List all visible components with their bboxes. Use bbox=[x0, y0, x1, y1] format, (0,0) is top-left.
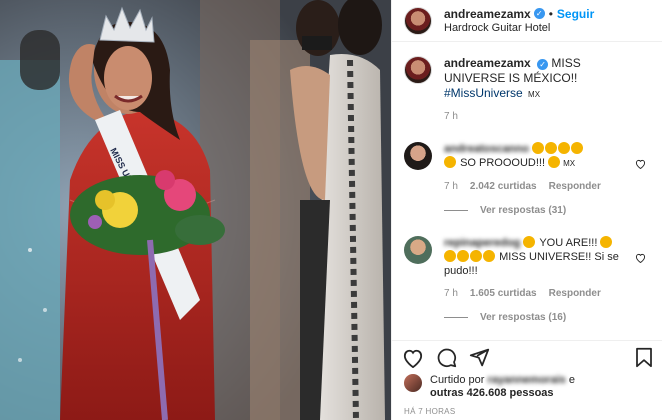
comment-time: 7 h bbox=[444, 288, 458, 299]
likes-summary: Curtido por rayannemorais e outras 426.6… bbox=[392, 374, 662, 404]
comment-bubble-icon[interactable] bbox=[436, 347, 457, 368]
replies-line bbox=[444, 210, 468, 211]
verified-icon: ✓ bbox=[537, 59, 549, 70]
comment-meta: 7 h 2.042 curtidas Responder bbox=[444, 180, 624, 194]
emoji-icon bbox=[558, 142, 571, 154]
posted-ago: HÁ 7 HORAS bbox=[404, 407, 456, 416]
emoji-icon bbox=[532, 142, 545, 154]
comment-like-heart-icon[interactable] bbox=[635, 250, 646, 268]
emoji-icon bbox=[444, 156, 456, 168]
view-replies-button[interactable]: Ver respostas (31) bbox=[444, 205, 662, 216]
liked-by-suffix: e bbox=[568, 374, 575, 386]
liked-by-prefix: Curtido por bbox=[430, 374, 485, 386]
bookmark-icon[interactable] bbox=[635, 347, 653, 368]
commenter-username[interactable]: andreatoscanno bbox=[444, 143, 529, 155]
comment-likes[interactable]: 2.042 curtidas bbox=[470, 180, 537, 194]
header-user-line: andreamezamx ✓ • Seguir bbox=[444, 7, 594, 21]
view-replies-label: Ver respostas (16) bbox=[480, 312, 567, 323]
flag-label: MX bbox=[563, 159, 576, 168]
liked-by-user[interactable]: rayannemorais bbox=[487, 374, 565, 386]
replies-line bbox=[444, 317, 468, 318]
reply-button[interactable]: Responder bbox=[549, 287, 601, 301]
likes-count[interactable]: outras 426.608 pessoas bbox=[430, 387, 554, 399]
emoji-icon bbox=[571, 142, 584, 154]
view-replies-button[interactable]: Ver respostas (16) bbox=[444, 312, 662, 323]
emoji-icon bbox=[444, 250, 456, 262]
follow-button[interactable]: Seguir bbox=[557, 7, 594, 21]
emoji-icon bbox=[548, 156, 561, 168]
emoji-icon bbox=[545, 142, 558, 154]
comment-text: YOU ARE!!! bbox=[539, 237, 598, 249]
comment-item: repinaperedog YOU ARE!!! MISS UNIVERSE!!… bbox=[392, 226, 662, 301]
comment-body: repinaperedog YOU ARE!!! MISS UNIVERSE!!… bbox=[444, 236, 624, 301]
liker-avatar[interactable] bbox=[404, 374, 422, 392]
author-avatar[interactable] bbox=[404, 6, 432, 35]
commenter-username[interactable]: repinaperedog bbox=[444, 237, 520, 249]
flag-label: MX bbox=[528, 90, 541, 99]
commenter-avatar[interactable] bbox=[404, 236, 432, 264]
comment-meta: 7 h 1.605 curtidas Responder bbox=[444, 287, 624, 301]
photo-illustration: MISS UNI bbox=[0, 0, 391, 420]
post-photo[interactable]: MISS UNI bbox=[0, 0, 391, 420]
comment-like-heart-icon[interactable] bbox=[635, 156, 646, 174]
share-send-icon[interactable] bbox=[469, 347, 490, 368]
post-details-panel: andreamezamx ✓ • Seguir Hardrock Guitar … bbox=[391, 0, 662, 420]
caption-author-avatar[interactable] bbox=[404, 56, 432, 84]
comment-body: andreatoscanno SO PROOOUD!!! MX 7 h 2.04… bbox=[444, 142, 624, 194]
emoji-icon bbox=[483, 250, 495, 262]
header-meta: andreamezamx ✓ • Seguir Hardrock Guitar … bbox=[444, 7, 594, 35]
likes-summary-text: Curtido por rayannemorais e outras 426.6… bbox=[430, 374, 575, 400]
post-caption: andreamezamx ✓ MISS UNIVERSE IS MÉXICO!!… bbox=[392, 42, 662, 102]
commenter-avatar[interactable] bbox=[404, 142, 432, 170]
caption-hashtag[interactable]: #MissUniverse bbox=[444, 86, 523, 100]
author-username[interactable]: andreamezamx bbox=[444, 7, 531, 21]
comment-time: 7 h bbox=[444, 181, 458, 192]
emoji-icon bbox=[470, 250, 482, 262]
reply-button[interactable]: Responder bbox=[549, 180, 601, 194]
emoji-icon bbox=[457, 250, 469, 262]
caption-text-block: andreamezamx ✓ MISS UNIVERSE IS MÉXICO!!… bbox=[444, 56, 644, 102]
comment-likes[interactable]: 1.605 curtidas bbox=[470, 287, 537, 301]
post-header: andreamezamx ✓ • Seguir Hardrock Guitar … bbox=[392, 0, 662, 42]
emoji-icon bbox=[523, 236, 536, 248]
action-bar bbox=[392, 340, 662, 374]
comment-text: SO PROOOUD!!! bbox=[460, 157, 546, 169]
post-location[interactable]: Hardrock Guitar Hotel bbox=[444, 21, 594, 35]
like-heart-icon[interactable] bbox=[402, 348, 424, 368]
view-replies-label: Ver respostas (31) bbox=[480, 205, 567, 216]
verified-icon: ✓ bbox=[533, 8, 545, 19]
emoji-icon bbox=[600, 236, 613, 248]
comment-item: andreatoscanno SO PROOOUD!!! MX 7 h 2.04… bbox=[392, 132, 662, 194]
separator-dot: • bbox=[548, 6, 553, 21]
caption-time: 7 h bbox=[444, 111, 458, 122]
caption-username[interactable]: andreamezamx bbox=[444, 56, 531, 70]
